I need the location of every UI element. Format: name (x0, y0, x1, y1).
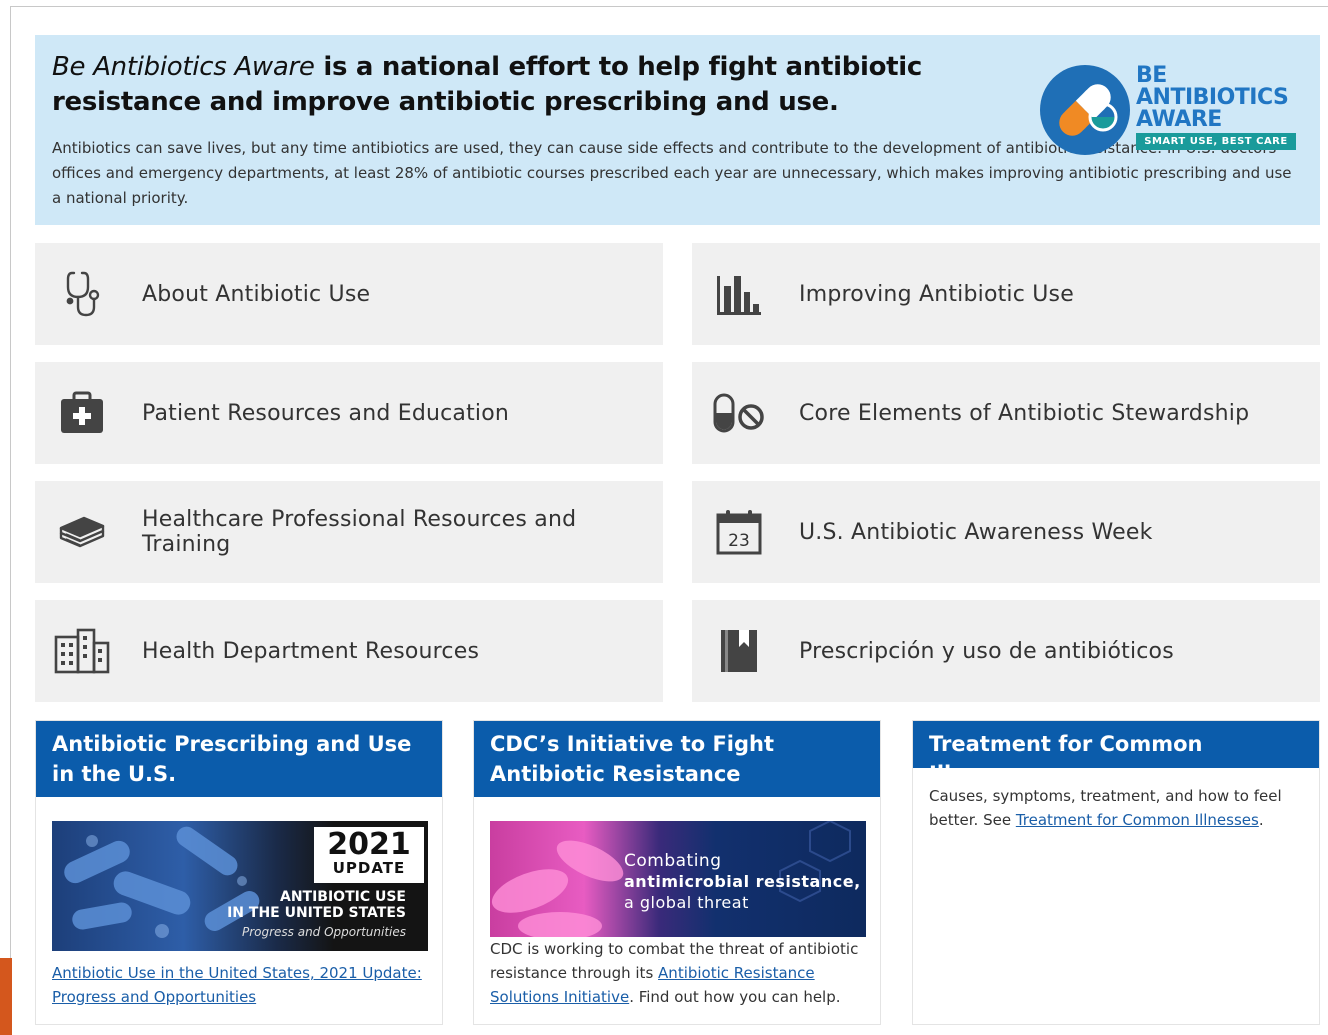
amr-line2: antimicrobial resistance, (624, 872, 861, 891)
bookmark-book-icon (710, 624, 768, 678)
no-pill-icon (710, 386, 768, 440)
calendar-icon: 23 (710, 505, 768, 559)
tile-health-department[interactable]: Health Department Resources (35, 600, 663, 702)
logo-wordmark: BE ANTIBIOTICS AWARE (1136, 63, 1289, 132)
tile-label: Prescripción y uso de antibióticos (799, 638, 1174, 664)
logo-line-aware: AWARE (1136, 107, 1222, 132)
tile-patient-resources[interactable]: Patient Resources and Education (35, 362, 663, 464)
amr-line1: Combating (624, 851, 722, 871)
capsule-logo-icon (1040, 65, 1130, 155)
logo-line-be: BE (1136, 63, 1167, 88)
tile-healthcare-professional[interactable]: Healthcare Professional Resources and Tr… (35, 481, 663, 583)
logo-tagline: SMART USE, BEST CARE (1136, 133, 1296, 150)
bar-chart-icon (710, 267, 768, 321)
tile-label: Improving Antibiotic Use (799, 281, 1074, 307)
be-antibiotics-aware-logo: BE ANTIBIOTICS AWARE SMART USE, BEST CAR… (1040, 62, 1305, 158)
banner-title: Be Antibiotics Aware is a national effor… (52, 50, 1032, 120)
amr-line3: a global threat (624, 893, 749, 912)
frame-accent-bar (0, 958, 12, 1035)
report-2021-link[interactable]: Antibiotic Use in the United States, 202… (52, 964, 422, 1006)
calendar-day: 23 (728, 531, 750, 551)
tile-about-antibiotic-use[interactable]: About Antibiotic Use (35, 243, 663, 345)
card-description: CDC is working to combat the threat of a… (490, 937, 870, 1009)
report-line1: ANTIBIOTIC USE (279, 889, 406, 905)
card-prescribing-use: Antibiotic Prescribing and Use in the U.… (35, 720, 443, 1025)
tile-core-elements[interactable]: Core Elements of Antibiotic Stewardship (692, 362, 1320, 464)
combating-amr-image[interactable]: Combating antimicrobial resistance, a gl… (490, 821, 866, 937)
tile-label: Health Department Resources (142, 638, 480, 664)
tile-label: Healthcare Professional Resources and Tr… (142, 507, 577, 557)
tile-label: Patient Resources and Education (142, 400, 510, 426)
medical-kit-icon (53, 386, 111, 440)
intro-banner: Be Antibiotics Aware is a national effor… (35, 35, 1320, 225)
report-line3: Progress and Opportunities (241, 925, 406, 939)
tile-label: U.S. Antibiotic Awareness Week (799, 519, 1153, 545)
frame-border-top (10, 6, 1328, 7)
common-illnesses-link[interactable]: Treatment for Common Illnesses (1016, 811, 1259, 829)
report-2021-image[interactable]: 2021 UPDATE ANTIBIOTIC USE IN THE UNITED… (52, 821, 428, 951)
books-icon (53, 505, 111, 559)
card-title: CDC’s Initiative to Fight Antibiotic Res… (474, 721, 880, 797)
tile-improving-antibiotic-use[interactable]: Improving Antibiotic Use (692, 243, 1320, 345)
tile-prescripcion[interactable]: Prescripción y uso de antibióticos (692, 600, 1320, 702)
card-link-text: Antibiotic Use in the United States, 202… (52, 961, 432, 1009)
card-common-illnesses: Treatment for Common Illnesses Causes, s… (912, 720, 1320, 1025)
report-line2: IN THE UNITED STATES (227, 905, 406, 921)
frame-border-left (10, 6, 11, 966)
card-cdc-initiative: CDC’s Initiative to Fight Antibiotic Res… (473, 720, 881, 1025)
buildings-icon (53, 624, 111, 678)
stethoscope-icon (53, 267, 111, 321)
logo-line-antibiotics: ANTIBIOTICS (1136, 85, 1289, 110)
tile-label: About Antibiotic Use (142, 281, 371, 307)
tile-label: Core Elements of Antibiotic Stewardship (799, 400, 1250, 426)
card-text-after: . Find out how you can help. (629, 988, 841, 1006)
card-title: Treatment for Common Illnesses (913, 721, 1319, 786)
report-year: 2021 (327, 827, 411, 862)
tile-awareness-week[interactable]: 23 U.S. Antibiotic Awareness Week (692, 481, 1320, 583)
card-title: Antibiotic Prescribing and Use in the U.… (36, 721, 442, 797)
report-update: UPDATE (332, 859, 406, 877)
banner-title-italic: Be Antibiotics Aware (52, 52, 315, 82)
card-text-after: . (1258, 811, 1264, 829)
card-description: Causes, symptoms, treatment, and how to … (929, 784, 1299, 832)
